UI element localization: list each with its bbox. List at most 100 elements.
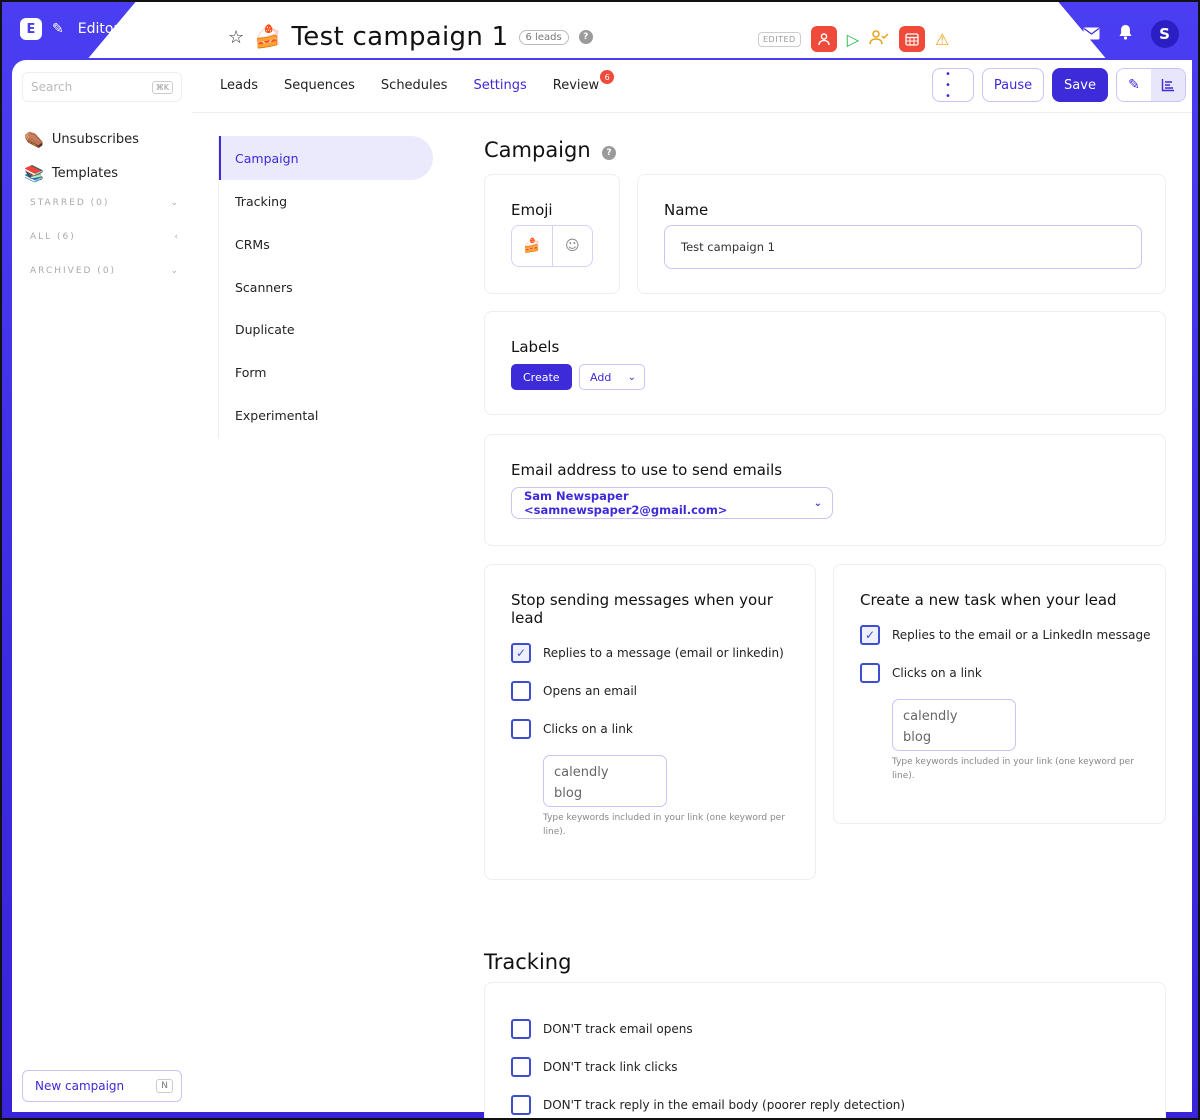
sidebar: Search ⌘K ⚰️ Unsubscribes 📚 Templates ST… — [12, 60, 192, 1112]
campaign-section-title: Campaign — [484, 138, 591, 162]
search-input[interactable]: Search ⌘K — [22, 72, 182, 102]
help-icon[interactable]: ? — [578, 30, 593, 44]
stop-keywords-textarea[interactable]: calendly blog — [543, 755, 667, 807]
no-track-opens-option[interactable]: DON'T track email opens — [511, 1019, 693, 1039]
checkbox[interactable] — [511, 1019, 531, 1039]
task-keywords-textarea[interactable]: calendly blog — [892, 699, 1016, 751]
sidebar-item-templates[interactable]: 📚 Templates — [24, 164, 118, 183]
create-label-button[interactable]: Create — [511, 364, 572, 390]
search-shortcut: ⌘K — [151, 80, 173, 94]
sender-email-select[interactable]: Sam Newspaper <samnewspaper2@gmail.com> … — [511, 487, 833, 519]
chevron-left-icon: ‹ — [174, 232, 180, 242]
section-label: ALL (6) — [30, 232, 76, 242]
section-archived[interactable]: ARCHIVED (0) ⌄ — [30, 266, 180, 276]
calendar-icon[interactable] — [899, 26, 925, 52]
option-label: Opens an email — [543, 684, 637, 698]
editor-switcher[interactable]: E ✎ Editor — [20, 18, 119, 40]
app-logo: E — [20, 18, 42, 40]
add-label-text: Add — [590, 370, 612, 384]
pencil-icon: ✎ — [52, 21, 64, 37]
section-starred[interactable]: STARRED (0) ⌄ — [30, 198, 180, 208]
keyword-line: blog — [903, 730, 932, 745]
emoji-label: Emoji — [511, 201, 553, 219]
section-all[interactable]: ALL (6) ‹ — [30, 232, 180, 242]
star-icon[interactable]: ☆ — [228, 27, 244, 48]
stats-view-icon[interactable] — [1151, 69, 1185, 101]
new-campaign-label: New campaign — [35, 1079, 125, 1093]
stop-on-click-option[interactable]: Clicks on a link — [511, 719, 633, 739]
subnav-tracking[interactable]: Tracking — [235, 194, 287, 209]
keyword-line: blog — [554, 786, 583, 801]
leads-count-badge: 6 leads — [518, 29, 569, 45]
save-button[interactable]: Save — [1052, 68, 1108, 102]
name-card: Name Test campaign 1 — [637, 174, 1166, 294]
task-on-reply-option[interactable]: ✓ Replies to the email or a LinkedIn mes… — [860, 625, 1151, 645]
sender-label: Email address to use to send emails — [511, 461, 783, 479]
checkbox[interactable] — [860, 663, 880, 683]
new-campaign-shortcut: N — [156, 1079, 173, 1093]
emoji-preview[interactable]: 🍰 — [512, 226, 553, 266]
mail-icon[interactable] — [1083, 25, 1100, 44]
more-button[interactable]: • • • — [932, 68, 974, 102]
subnav-scanners[interactable]: Scanners — [235, 280, 293, 295]
task-on-click-option[interactable]: Clicks on a link — [860, 663, 982, 683]
no-track-reply-body-option[interactable]: DON'T track reply in the email body (poo… — [511, 1095, 905, 1115]
checkbox[interactable] — [511, 1095, 531, 1115]
avatar[interactable]: S — [1150, 20, 1179, 48]
tab-review[interactable]: Review 6 — [553, 70, 615, 93]
campaign-title[interactable]: Test campaign 1 — [292, 22, 509, 52]
sidebar-item-label: Templates — [51, 166, 119, 181]
keywords-hint: Type keywords included in your link (one… — [892, 757, 1134, 781]
tab-schedules[interactable]: Schedules — [381, 78, 448, 93]
section-label: ARCHIVED (0) — [30, 266, 117, 276]
tab-settings[interactable]: Settings — [473, 78, 526, 93]
option-label: Clicks on a link — [543, 722, 633, 736]
chevron-down-icon: ⌄ — [813, 497, 822, 509]
help-icon[interactable]: ? — [602, 146, 616, 160]
edited-badge: EDITED — [758, 31, 801, 47]
add-label-dropdown[interactable]: Add ⌄ — [579, 364, 645, 390]
checkbox-checked[interactable]: ✓ — [511, 643, 531, 663]
subnav-crms[interactable]: CRMs — [235, 237, 270, 252]
subnav-campaign[interactable]: Campaign — [235, 151, 299, 166]
stop-on-open-option[interactable]: Opens an email — [511, 681, 637, 701]
phone-icon[interactable] — [1049, 24, 1065, 44]
app-window: E ✎ Editor ⌄ ☆ 🍰 Test campaign 1 6 leads… — [0, 0, 1200, 1120]
labels-card: Labels Create Add ⌄ — [484, 311, 1166, 415]
create-task-card: Create a new task when your lead ✓ Repli… — [833, 564, 1166, 824]
sender-email-value: Sam Newspaper <samnewspaper2@gmail.com> — [524, 489, 728, 517]
subnav-experimental[interactable]: Experimental — [235, 408, 318, 423]
bell-icon[interactable] — [1118, 24, 1133, 44]
emoji-picker: 🍰 ☺ — [511, 225, 593, 267]
checkbox[interactable] — [511, 681, 531, 701]
stop-sending-card: Stop sending messages when your lead ✓ R… — [484, 564, 816, 880]
keywords-hint: Type keywords included in your link (one… — [543, 813, 785, 837]
checkbox[interactable] — [511, 719, 531, 739]
chevron-down-icon: ⌄ — [170, 266, 180, 276]
tab-sequences[interactable]: Sequences — [284, 78, 355, 93]
smiley-icon[interactable]: ☺ — [553, 226, 593, 266]
tab-leads[interactable]: Leads — [220, 78, 258, 93]
tab-bar: Leads Sequences Schedules Settings Revie… — [220, 70, 615, 93]
contact-icon[interactable] — [810, 26, 837, 52]
sender-card: Email address to use to send emails Sam … — [484, 434, 1166, 546]
option-label: Replies to a message (email or linkedin) — [543, 646, 784, 660]
help-question-icon[interactable]: ? — [1022, 25, 1031, 44]
checkbox[interactable] — [511, 1057, 531, 1077]
campaign-name-input[interactable]: Test campaign 1 — [664, 225, 1142, 269]
view-toggle: ✎ — [1116, 68, 1186, 102]
checkbox-checked[interactable]: ✓ — [860, 625, 880, 645]
stop-on-reply-option[interactable]: ✓ Replies to a message (email or linkedi… — [511, 643, 784, 663]
user-check-icon[interactable] — [869, 29, 889, 49]
sidebar-item-unsubscribes[interactable]: ⚰️ Unsubscribes — [24, 130, 139, 149]
pause-button[interactable]: Pause — [982, 68, 1044, 102]
tab-divider — [192, 112, 1192, 113]
tracking-section-title: Tracking — [484, 950, 572, 974]
play-icon[interactable]: ▷ — [847, 30, 859, 49]
new-campaign-button[interactable]: New campaign N — [22, 1070, 182, 1102]
subnav-duplicate[interactable]: Duplicate — [235, 322, 295, 337]
edit-view-icon[interactable]: ✎ — [1117, 69, 1151, 101]
subnav-form[interactable]: Form — [235, 365, 267, 380]
warning-icon[interactable]: ⚠ — [935, 30, 949, 49]
no-track-clicks-option[interactable]: DON'T track link clicks — [511, 1057, 678, 1077]
